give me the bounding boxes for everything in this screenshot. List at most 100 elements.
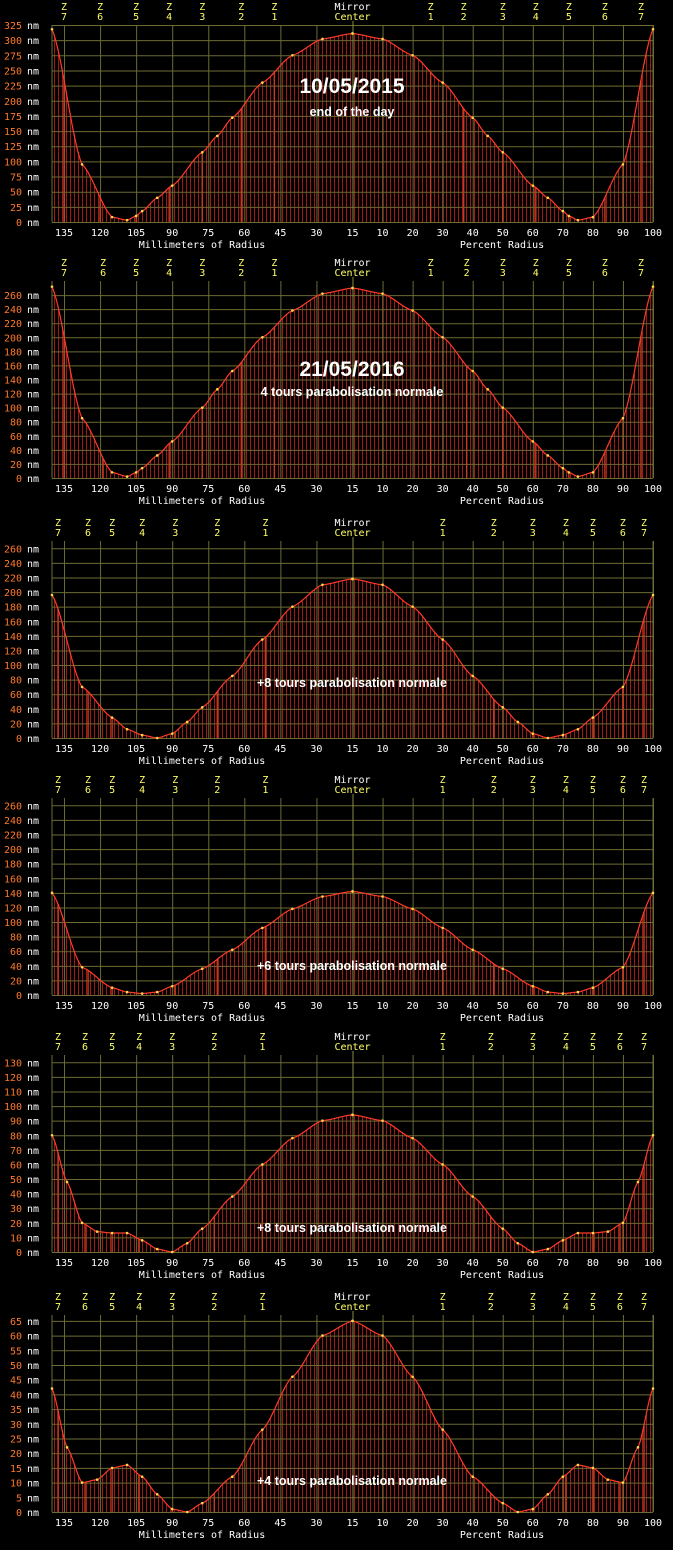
x-tick-left: 60 <box>238 1518 250 1529</box>
x-axis-label-right: Percent Radius <box>460 240 544 251</box>
y-tick-unit: nm <box>27 157 39 168</box>
zone-labels: Z7Z6Z5Z4Z3Z2Z1Z1Z2Z3Z4Z5Z6Z7MirrorCenter <box>55 775 647 796</box>
y-tick-unit: nm <box>27 347 39 358</box>
y-tick-unit: nm <box>27 188 39 199</box>
data-point-left <box>125 990 129 994</box>
profile-chart-6: Z7Z6Z5Z4Z3Z2Z1Z1Z2Z3Z4Z5Z6Z7MirrorCenter… <box>10 1292 662 1541</box>
x-tick-left: 60 <box>238 484 250 495</box>
data-point-right <box>471 1195 475 1198</box>
y-tick-unit: nm <box>27 1175 39 1186</box>
y-tick-unit: nm <box>27 874 39 885</box>
x-tick-left: 120 <box>91 1518 109 1529</box>
data-point-right <box>411 309 414 312</box>
data-point-right <box>441 81 444 84</box>
x-tick-left: 15 <box>346 484 358 495</box>
grid: 0 nm 20 nm 40 nm 60 nm 80 nm 100 nm 120 nm 140 nm 160 nm 1… <box>4 537 654 745</box>
zone-right-7: 7 <box>641 1042 647 1053</box>
x-tick-right: 70 <box>557 744 569 755</box>
zone-left-7: 7 <box>55 528 61 539</box>
y-tick-label: 225 <box>4 82 22 93</box>
y-tick-unit: nm <box>27 676 39 687</box>
y-tick-label: 15 <box>10 1464 22 1475</box>
data-point-left <box>125 1231 129 1235</box>
data-point-left <box>170 1507 174 1511</box>
x-tick-right: 40 <box>467 1001 479 1012</box>
data-point-right <box>576 990 580 994</box>
y-tick-unit: nm <box>27 734 39 745</box>
x-tick-left: 45 <box>274 1258 286 1269</box>
y-tick-label: 80 <box>10 933 22 944</box>
data-point-left <box>231 116 234 120</box>
y-tick-unit: nm <box>27 933 39 944</box>
y-tick-label: 20 <box>10 1449 22 1460</box>
x-tick-right: 70 <box>557 228 569 239</box>
data-point-right <box>516 1241 520 1245</box>
x-tick-left: 75 <box>202 744 214 755</box>
y-tick-label: 120 <box>4 903 22 914</box>
y-tick-unit: nm <box>27 361 39 372</box>
y-tick-label: 40 <box>10 705 22 716</box>
x-tick-right: 50 <box>497 744 509 755</box>
data-point-right <box>576 1231 580 1235</box>
y-tick-unit: nm <box>27 432 39 443</box>
x-tick-left: 30 <box>310 484 322 495</box>
y-tick-unit: nm <box>27 1117 39 1128</box>
data-point-left <box>110 215 114 219</box>
y-tick-label: 0 <box>16 991 22 1002</box>
y-tick-unit: nm <box>27 991 39 1002</box>
x-tick-left: 90 <box>166 484 178 495</box>
y-tick-label: 240 <box>4 816 22 827</box>
zone-right-7: 7 <box>638 12 644 23</box>
x-tick-left: 45 <box>274 1518 286 1529</box>
data-point-right <box>561 1475 565 1479</box>
x-axis: 135 120 105 90 75 60 45 30 15 10 20 30 40 50 60 70 80 90 1… <box>55 744 662 767</box>
zone-left-2: 2 <box>214 785 220 796</box>
x-tick-right: 80 <box>587 1258 599 1269</box>
y-tick-label: 75 <box>10 173 22 184</box>
y-tick-label: 200 <box>4 845 22 856</box>
chart-caption: 21/05/2016 4 tours parabolisation normale <box>261 358 444 399</box>
y-tick-label: 45 <box>10 1376 22 1387</box>
x-tick-right: 10 <box>377 744 389 755</box>
x-tick-right: 100 <box>644 228 662 239</box>
data-point-right <box>471 116 475 120</box>
y-tick-label: 200 <box>4 97 22 108</box>
data-point-left <box>155 454 159 457</box>
y-tick-unit: nm <box>27 544 39 555</box>
y-tick-unit: nm <box>27 51 39 62</box>
y-tick-label: 30 <box>10 1204 22 1215</box>
data-point-right <box>561 466 565 470</box>
y-tick-label: 275 <box>4 51 22 62</box>
data-point-right <box>411 54 414 57</box>
x-tick-right: 40 <box>467 1518 479 1529</box>
x-tick-left: 120 <box>91 228 109 239</box>
data-point-left <box>261 335 264 339</box>
x-tick-right: 90 <box>617 1258 629 1269</box>
zone-right-1: 1 <box>428 268 434 279</box>
x-tick-left: 45 <box>274 484 286 495</box>
y-tick-unit: nm <box>27 1087 39 1098</box>
data-point-right <box>636 1180 640 1184</box>
data-point-left <box>80 163 84 166</box>
zone-right-4: 4 <box>533 12 539 23</box>
y-tick-label: 30 <box>10 1420 22 1431</box>
zone-left-5: 5 <box>133 12 139 23</box>
x-tick-right: 90 <box>617 1518 629 1529</box>
y-tick-unit: nm <box>27 1204 39 1215</box>
data-point-left <box>80 685 84 689</box>
y-tick-label: 40 <box>10 1190 22 1201</box>
y-tick-label: 0 <box>16 1248 22 1259</box>
data-point-right <box>501 1227 505 1230</box>
zone-left-2: 2 <box>211 1302 217 1313</box>
y-tick-unit: nm <box>27 617 39 628</box>
x-tick-right: 50 <box>497 228 509 239</box>
y-tick-label: 130 <box>4 1058 22 1069</box>
x-tick-right: 50 <box>497 1258 509 1269</box>
data-point-left <box>155 1247 159 1251</box>
x-tick-right: 80 <box>587 484 599 495</box>
y-tick-label: 160 <box>4 361 22 372</box>
x-tick-right: 40 <box>467 484 479 495</box>
y-tick-unit: nm <box>27 1434 39 1445</box>
data-point-left <box>50 1387 54 1390</box>
data-point-left <box>110 471 114 474</box>
